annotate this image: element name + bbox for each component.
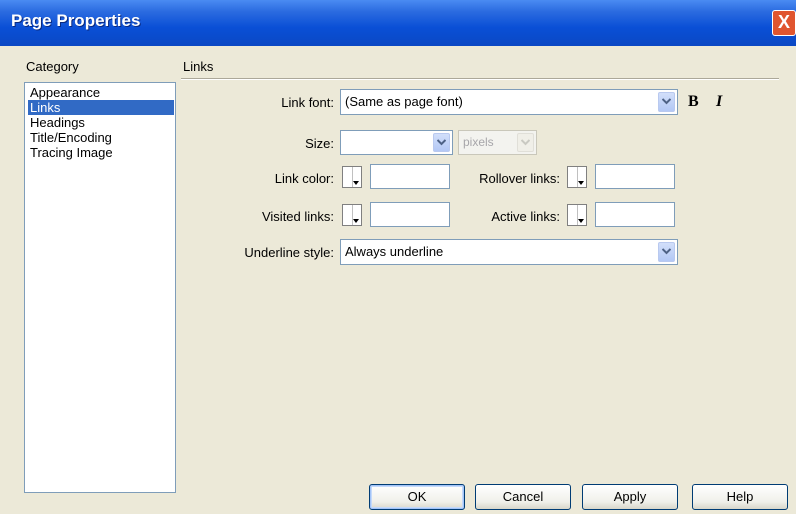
underline-style-label: Underline style: bbox=[244, 245, 334, 260]
size-select[interactable] bbox=[340, 130, 453, 155]
category-item-links[interactable]: Links bbox=[28, 100, 174, 115]
category-item-tracing-image[interactable]: Tracing Image bbox=[28, 145, 174, 160]
visited-links-label: Visited links: bbox=[261, 209, 334, 224]
category-list[interactable]: Appearance Links Headings Title/Encoding… bbox=[24, 82, 176, 493]
size-unit-select[interactable]: pixels bbox=[458, 130, 537, 155]
visited-color-input[interactable] bbox=[370, 202, 450, 227]
chevron-down-icon[interactable] bbox=[658, 92, 675, 112]
active-links-label: Active links: bbox=[491, 209, 560, 224]
underline-style-value: Always underline bbox=[345, 244, 444, 259]
link-color-input[interactable] bbox=[370, 164, 450, 189]
help-button[interactable]: Help bbox=[692, 484, 788, 510]
link-color-picker[interactable] bbox=[342, 166, 362, 188]
bold-button[interactable]: B bbox=[688, 93, 699, 111]
category-item-headings[interactable]: Headings bbox=[28, 115, 174, 130]
rollover-color-picker[interactable] bbox=[567, 166, 587, 188]
visited-color-picker[interactable] bbox=[342, 204, 362, 226]
rollover-color-input[interactable] bbox=[595, 164, 675, 189]
close-icon[interactable]: X bbox=[772, 10, 796, 36]
title-bar[interactable]: Page Properties X bbox=[0, 0, 796, 46]
dialog-title: Page Properties bbox=[11, 11, 141, 30]
chevron-down-icon[interactable] bbox=[658, 242, 675, 262]
active-color-input[interactable] bbox=[595, 202, 675, 227]
link-color-label: Link color: bbox=[274, 171, 334, 186]
italic-button[interactable]: I bbox=[716, 93, 722, 111]
section-divider bbox=[181, 78, 779, 80]
chevron-down-icon[interactable] bbox=[517, 133, 534, 152]
size-label: Size: bbox=[305, 136, 334, 151]
cancel-button[interactable]: Cancel bbox=[475, 484, 571, 510]
category-item-appearance[interactable]: Appearance bbox=[28, 85, 174, 100]
ok-button[interactable]: OK bbox=[369, 484, 465, 510]
rollover-links-label: Rollover links: bbox=[479, 171, 560, 186]
category-header: Category bbox=[26, 59, 79, 74]
link-font-value: (Same as page font) bbox=[345, 94, 463, 109]
chevron-down-icon[interactable] bbox=[433, 133, 450, 152]
page-properties-dialog: Page Properties X Category Appearance Li… bbox=[0, 0, 796, 514]
size-unit-value: pixels bbox=[463, 135, 494, 149]
link-font-label: Link font: bbox=[281, 95, 334, 110]
active-color-picker[interactable] bbox=[567, 204, 587, 226]
link-font-select[interactable]: (Same as page font) bbox=[340, 89, 678, 115]
apply-button[interactable]: Apply bbox=[582, 484, 678, 510]
section-title: Links bbox=[183, 59, 214, 74]
category-item-title-encoding[interactable]: Title/Encoding bbox=[28, 130, 174, 145]
underline-style-select[interactable]: Always underline bbox=[340, 239, 678, 265]
